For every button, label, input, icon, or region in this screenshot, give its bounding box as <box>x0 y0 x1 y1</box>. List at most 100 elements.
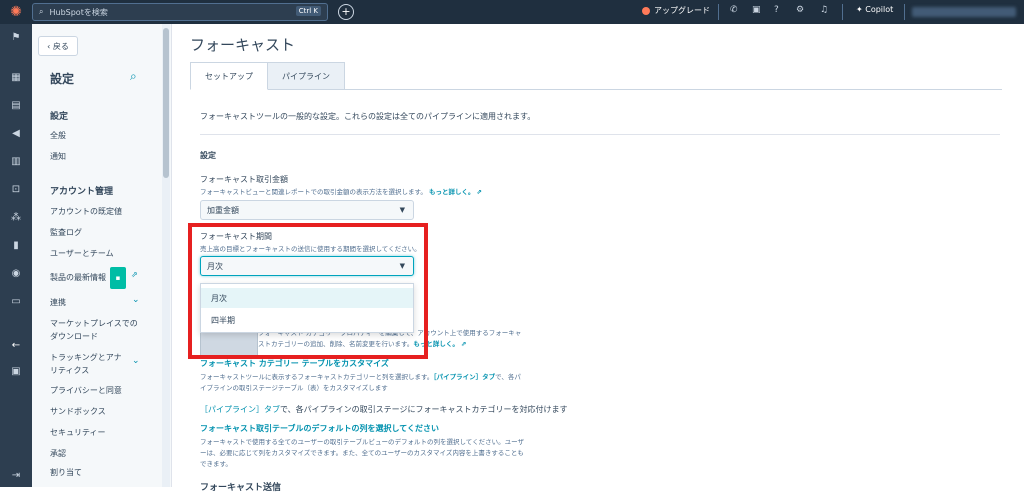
sidebar-item-marketplace-downloads-2[interactable]: ダウンロード <box>50 331 98 342</box>
caret-down-icon: ▼ <box>399 206 405 214</box>
marketing-icon[interactable]: ◀ <box>8 128 24 142</box>
content-icon[interactable]: ▥ <box>8 156 24 170</box>
tab-bar: セットアップ パイプライン <box>190 62 345 90</box>
global-search-input[interactable]: ⌕ HubSpotを検索 Ctrl K <box>32 3 328 21</box>
caret-down-icon: ▼ <box>399 262 405 270</box>
forecast-amount-help: フォーキャストビューと関連レポートでの取引金額の表示方法を選択します。 もっと詳… <box>200 186 482 196</box>
forecast-amount-select[interactable]: 加重金額 ▼ <box>200 200 414 220</box>
forecast-amount-label: フォーキャスト取引金額 <box>200 175 288 184</box>
sidebar-title: 設定 <box>50 72 75 86</box>
category-text-2: ストカテゴリーの追加、削除、名前変更を行います。 <box>258 340 414 348</box>
account-menu[interactable] <box>912 7 1016 17</box>
collapse-arrow-icon[interactable]: ← <box>8 340 24 354</box>
dropdown-option-monthly[interactable]: 月次 <box>201 288 413 308</box>
stage-mapping-line: ［パイプライン］タブで、各パイプラインの取引ステージにフォーキャストカテゴリーを… <box>200 404 568 415</box>
search-placeholder: HubSpotを検索 <box>49 7 108 17</box>
workspaces-icon[interactable]: ▦ <box>8 72 24 86</box>
sidebar-item-sandboxes[interactable]: サンドボックス <box>50 406 106 417</box>
sidebar-scrollbar-thumb[interactable] <box>163 28 169 178</box>
phone-icon[interactable]: ✆ <box>730 5 738 15</box>
settings-gear-icon[interactable]: ⚙ <box>796 5 804 15</box>
main-content: フォーキャスト セットアップ パイプライン フォーキャストツールの一般的な設定。… <box>172 24 1024 493</box>
sidebar-item-marketplace-downloads-1[interactable]: マーケットプレイスでの <box>50 318 138 329</box>
apps-icon[interactable]: ▣ <box>8 366 24 380</box>
forecast-amount-value: 加重金額 <box>207 205 239 215</box>
pipeline-tab-link[interactable]: ［パイプライン］タブ <box>433 373 495 381</box>
search-shortcut-badge: Ctrl K <box>295 6 321 16</box>
settings-sidebar: ‹ 戻る 設定 ⌕ 設定 全般 通知 アカウント管理 アカウントの既定値 監査ロ… <box>32 24 172 487</box>
automation-icon[interactable]: ⁂ <box>8 212 24 226</box>
sidebar-item-audit-log[interactable]: 監査ログ <box>50 227 82 238</box>
tab-pipelines[interactable]: パイプライン <box>267 62 345 90</box>
tab-divider <box>190 89 1002 90</box>
default-columns-desc-1: フォーキャストで使用する全てのユーザーの取引テーブルビューのデフォルトの列を選択… <box>200 438 524 446</box>
page-title: フォーキャスト <box>190 36 296 54</box>
category-table-desc-1c: で、各パ <box>495 373 521 381</box>
search-icon: ⌕ <box>39 7 44 16</box>
chevron-down-icon[interactable]: ⌄ <box>132 295 140 305</box>
library-icon[interactable]: ▭ <box>8 296 24 310</box>
divider <box>842 4 843 20</box>
tab-setup[interactable]: セットアップ <box>190 62 268 90</box>
default-columns-desc-3: できます。 <box>200 460 232 468</box>
sidebar-item-account-defaults[interactable]: アカウントの既定値 <box>50 206 122 217</box>
sidebar-item-approvals[interactable]: 承認 <box>50 448 66 459</box>
upgrade-icon <box>642 6 650 15</box>
upgrade-label: アップグレード <box>654 6 710 15</box>
notifications-bell-icon[interactable]: ♫ <box>820 5 828 15</box>
forecast-period-help: 売上高の目標とフォーキャストの送信に使用する期間を選択してください。 <box>200 245 421 253</box>
sidebar-item-notifications[interactable]: 通知 <box>50 151 66 162</box>
copilot-label: Copilot <box>865 5 894 14</box>
expand-nav-icon[interactable]: ⇥ <box>8 470 24 484</box>
intro-text: フォーキャストツールの一般的な設定。これらの設定は全てのパイプラインに適用されま… <box>200 112 536 121</box>
sidebar-item-general[interactable]: 全般 <box>50 130 66 141</box>
top-navigation-bar: ✺ ⌕ HubSpotを検索 Ctrl K + アップグレード ✆ ▣ ? ⚙ … <box>0 0 1024 24</box>
default-columns-desc-2: ーは、必要に応じて列をカスタマイズできます。また、全てのユーザーのカスタマイズ内… <box>200 449 524 457</box>
help-icon[interactable]: ? <box>774 5 779 15</box>
sidebar-item-tracking-analytics-2[interactable]: リティクス <box>50 365 89 376</box>
learn-more-link[interactable]: もっと詳しく。 <box>413 340 459 348</box>
sidebar-item-product-updates[interactable]: 製品の最新情報 <box>50 272 106 283</box>
create-new-button[interactable]: + <box>338 4 354 20</box>
sidebar-item-security[interactable]: セキュリティー <box>50 427 106 438</box>
pipeline-tab-link[interactable]: ［パイプライン］タブ <box>200 405 280 414</box>
forecast-period-label: フォーキャスト期間 <box>200 232 272 241</box>
sidebar-item-integrations[interactable]: 連携 <box>50 297 66 308</box>
sidebar-item-users-teams[interactable]: ユーザーとチーム <box>50 248 114 259</box>
data-management-icon[interactable]: ◉ <box>8 268 24 282</box>
forecast-period-dropdown: 月次 四半期 <box>200 283 414 333</box>
external-link-icon[interactable]: ⇗ <box>461 340 466 348</box>
sidebar-section-settings: 設定 <box>50 112 69 122</box>
amount-help-text: フォーキャストビューと関連レポートでの取引金額の表示方法を選択します。 <box>200 188 427 196</box>
section-title-settings: 設定 <box>200 151 216 160</box>
learn-more-link[interactable]: もっと詳しく。 <box>429 188 475 196</box>
category-text-line2: ストカテゴリーの追加、削除、名前変更を行います。もっと詳しく。 ⇗ <box>258 338 466 348</box>
category-table-link[interactable]: フォーキャスト カテゴリー テーブルをカスタマイズ <box>200 358 389 369</box>
category-table-desc-1a: フォーキャストツールに表示するフォーキャストカテゴリーと列を選択します。 <box>200 373 434 381</box>
global-left-nav: ⚑ ▦ ▤ ◀ ▥ ⊡ ⁂ ▮ ◉ ▭ ← ▣ ⇥ <box>0 24 32 487</box>
copilot-button[interactable]: ✦ Copilot <box>856 5 893 14</box>
chevron-down-icon[interactable]: ⌄ <box>132 356 140 366</box>
back-button[interactable]: ‹ 戻る <box>38 36 78 56</box>
forecast-period-select[interactable]: 月次 ▼ <box>200 256 414 276</box>
hubspot-logo-icon[interactable]: ✺ <box>0 0 32 24</box>
forecast-period-value: 月次 <box>207 261 223 271</box>
reporting-icon[interactable]: ▮ <box>8 240 24 254</box>
external-link-icon[interactable]: ⇗ <box>131 270 138 279</box>
category-table-desc-2: イプラインの取引ステージテーブル（表）をカスタマイズします <box>200 384 388 392</box>
divider <box>200 134 1000 135</box>
dropdown-option-quarterly[interactable]: 四半期 <box>201 310 413 330</box>
sidebar-item-assignments[interactable]: 割り当て <box>50 467 82 478</box>
default-columns-link[interactable]: フォーキャスト取引テーブルのデフォルトの列を選択してください <box>200 423 439 434</box>
marketplace-icon[interactable]: ▣ <box>752 5 761 15</box>
contacts-icon[interactable]: ▤ <box>8 100 24 114</box>
sidebar-search-icon[interactable]: ⌕ <box>130 69 137 84</box>
new-badge-icon: ▪ <box>110 267 126 289</box>
category-table-desc-1: フォーキャストツールに表示するフォーキャストカテゴリーと列を選択します。［パイプ… <box>200 371 521 381</box>
sidebar-item-privacy-consent[interactable]: プライバシーと同意 <box>50 385 122 396</box>
external-link-icon[interactable]: ⇗ <box>477 188 482 196</box>
commerce-icon[interactable]: ⊡ <box>8 184 24 198</box>
bookmark-icon[interactable]: ⚑ <box>8 32 24 46</box>
sidebar-item-tracking-analytics-1[interactable]: トラッキングとアナ <box>50 352 122 363</box>
upgrade-button[interactable]: アップグレード <box>642 5 710 16</box>
